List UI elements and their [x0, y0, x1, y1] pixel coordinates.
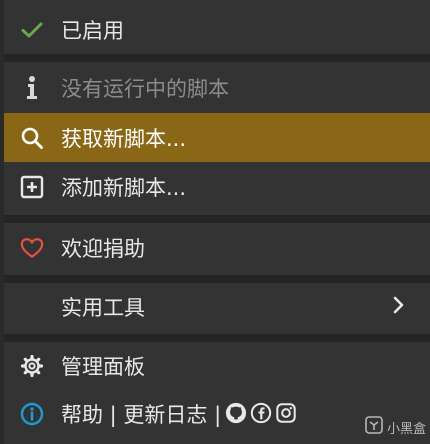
help-label: 帮助 | 更新日志 | — [61, 399, 297, 430]
userscript-manager-menu: 已启用 没有运行中的脚本 获取新脚本... 添加新脚本... 欢迎捐助 实用工具… — [0, 0, 430, 444]
add-new-script-item[interactable]: 添加新脚本... — [4, 163, 430, 211]
watermark-text: 小黑盒 — [386, 421, 426, 437]
get-new-scripts-item[interactable]: 获取新脚本... — [4, 113, 430, 162]
separator — [4, 54, 430, 62]
dashboard-item[interactable]: 管理面板 — [4, 342, 430, 390]
watermark: 小黑盒 — [365, 416, 426, 438]
facebook-icon[interactable] — [250, 402, 272, 429]
plus-box-icon — [20, 175, 44, 199]
no-running-scripts-label: 没有运行中的脚本 — [61, 77, 229, 101]
help-changelog-text[interactable]: 帮助 | 更新日志 | — [61, 403, 221, 427]
utilities-item[interactable]: 实用工具 — [4, 283, 430, 331]
separator — [4, 275, 430, 283]
add-new-script-label: 添加新脚本... — [61, 176, 187, 200]
info-circle-icon — [20, 402, 44, 426]
check-icon — [20, 18, 44, 42]
enabled-label: 已启用 — [61, 19, 124, 43]
donate-label: 欢迎捐助 — [61, 237, 145, 261]
gear-icon — [20, 354, 44, 378]
social-links — [225, 402, 297, 429]
separator — [4, 215, 430, 223]
separator — [4, 334, 430, 342]
github-icon[interactable] — [225, 402, 247, 429]
get-new-scripts-label: 获取新脚本... — [61, 126, 187, 151]
enabled-toggle[interactable]: 已启用 — [4, 6, 430, 54]
no-running-scripts-item: 没有运行中的脚本 — [4, 64, 430, 112]
chevron-right-icon — [392, 295, 406, 319]
heart-icon — [20, 236, 44, 260]
dashboard-label: 管理面板 — [61, 355, 145, 379]
search-icon — [20, 126, 44, 150]
instagram-icon[interactable] — [275, 402, 297, 429]
utilities-label: 实用工具 — [61, 296, 145, 320]
donate-item[interactable]: 欢迎捐助 — [4, 224, 430, 272]
heybox-logo-icon — [365, 416, 383, 438]
info-icon — [20, 76, 44, 100]
